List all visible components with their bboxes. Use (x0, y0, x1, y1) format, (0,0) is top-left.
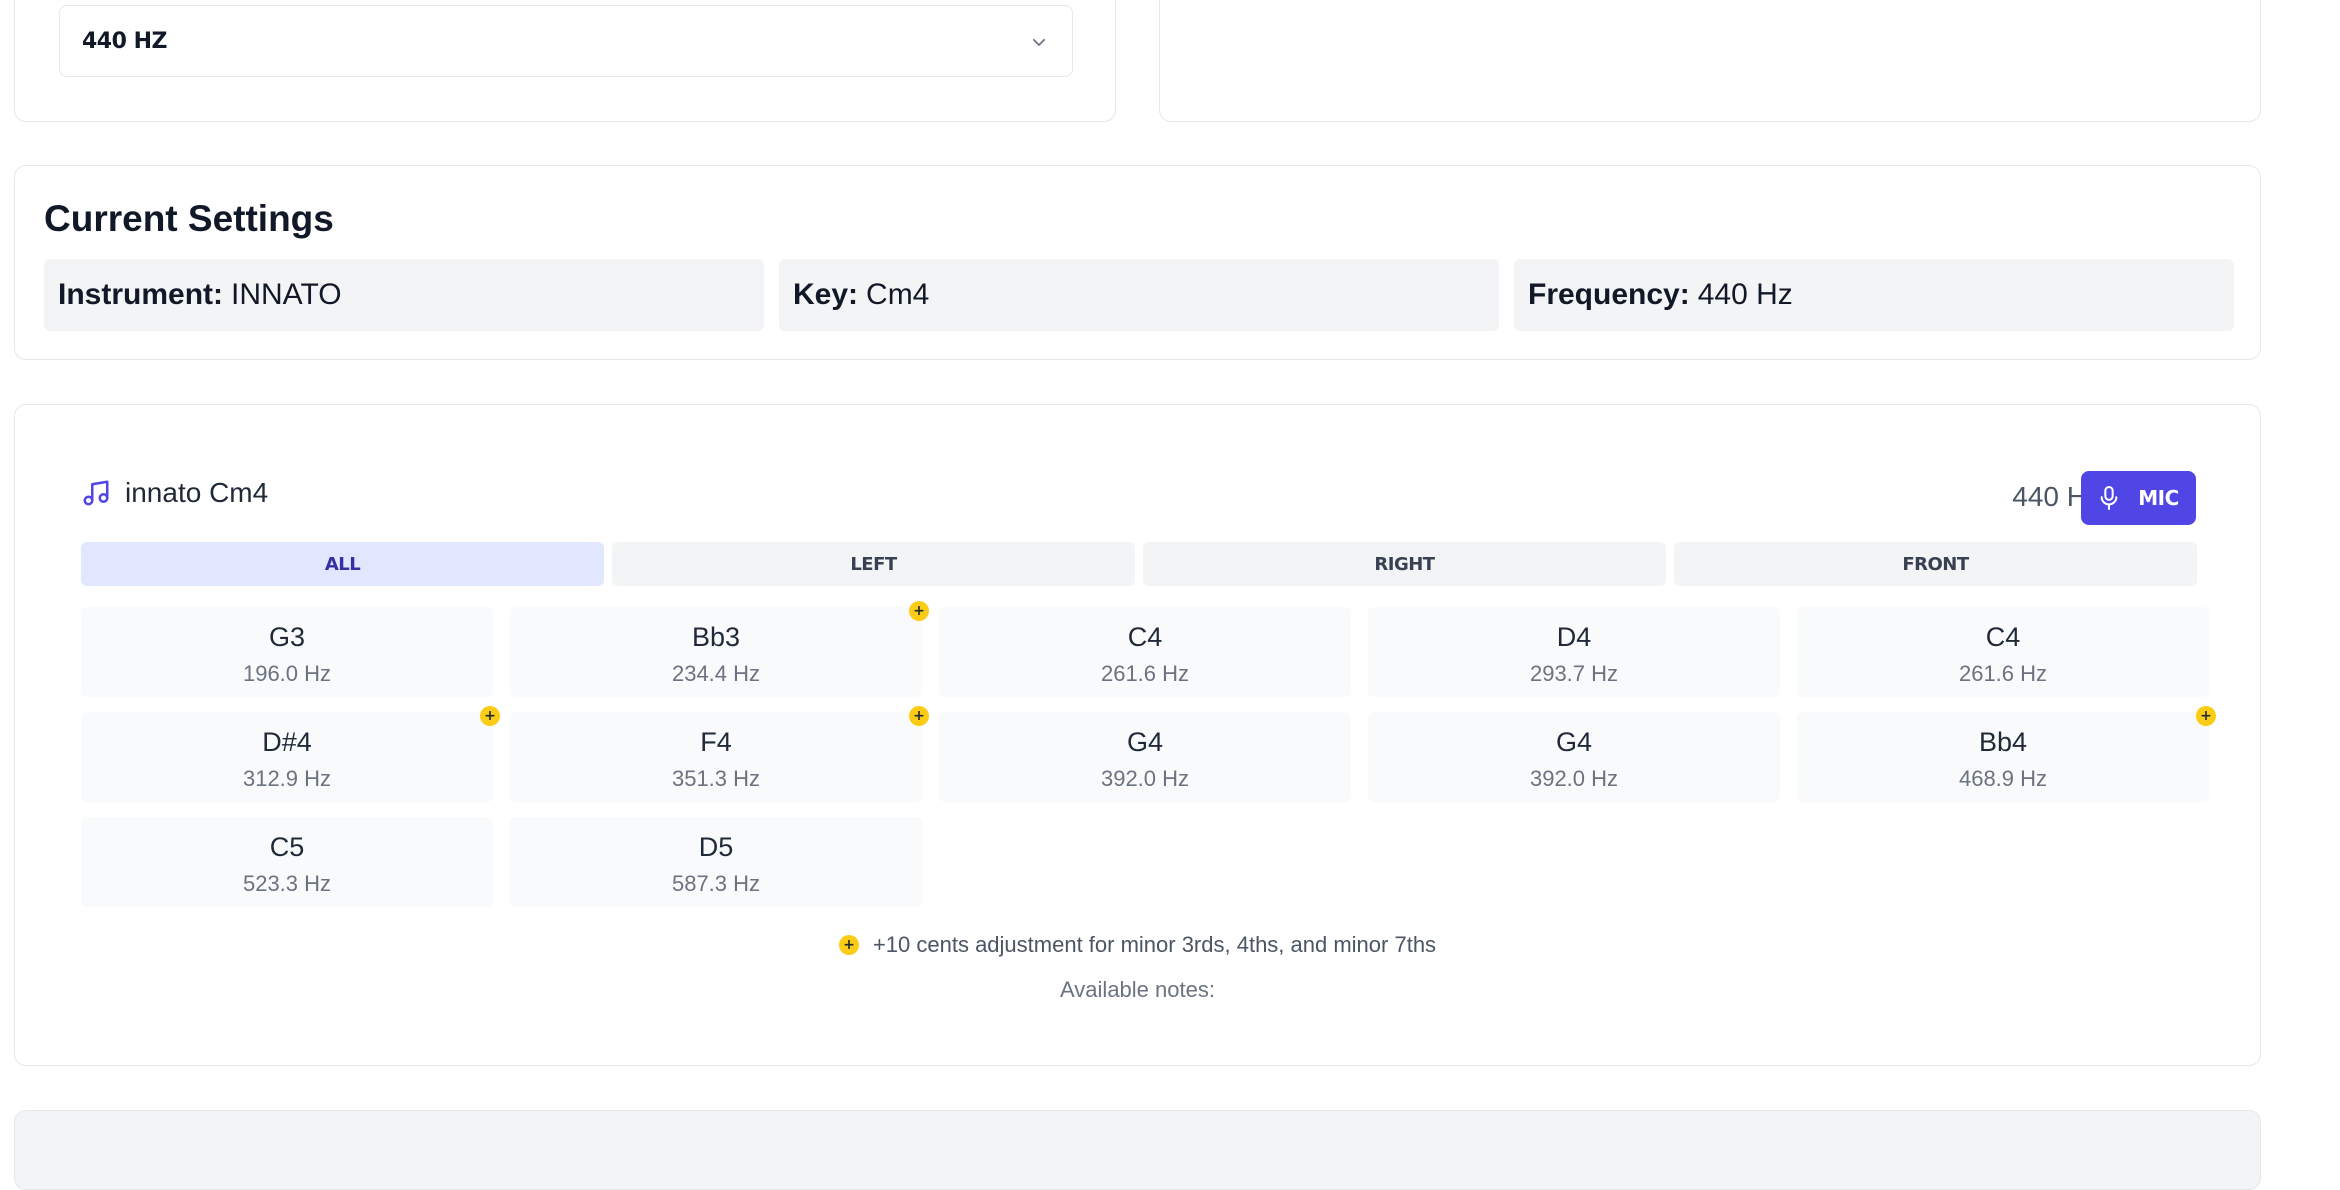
note-frequency: 587.3 Hz (671, 871, 761, 896)
microphone-icon (2100, 485, 2118, 511)
note-frequency: 261.6 Hz (1100, 661, 1190, 686)
note-tile[interactable]: C4 261.6 Hz (939, 607, 1351, 697)
note-name: G4 (1126, 727, 1164, 757)
reference-pitch-card: 440 HZ (14, 0, 1116, 122)
note-tile[interactable]: Bb4 468.9 Hz + (1797, 706, 2216, 802)
key-label: Key: (793, 278, 859, 311)
note-tile[interactable]: G4 392.0 Hz (1368, 712, 1780, 802)
instrument-label: Instrument: (58, 278, 223, 311)
chevron-down-icon (1032, 38, 1046, 46)
adjustment-legend: + +10 cents adjustment for minor 3rds, 4… (15, 932, 2260, 958)
tuner-header: innato Cm4 (81, 477, 268, 509)
note-tile[interactable]: G4 392.0 Hz (939, 712, 1351, 802)
instrument-value: INNATO (231, 278, 342, 311)
note-tile[interactable]: D#4 312.9 Hz + (81, 706, 500, 802)
adjustment-badge-icon: + (909, 601, 929, 621)
note-name: C4 (1127, 622, 1163, 652)
note-tile[interactable]: G3 196.0 Hz (81, 607, 493, 697)
empty-card (1159, 0, 2261, 122)
note-name: C5 (269, 832, 305, 862)
frequency-value: 440 Hz (1697, 278, 1793, 311)
tab-left[interactable]: LEFT (612, 542, 1135, 586)
reference-pitch-value: 440 HZ (82, 28, 167, 54)
available-notes-label: Available notes: (1060, 977, 1215, 1002)
instrument-setting: Instrument: INNATO (44, 259, 764, 331)
note-frequency: 468.9 Hz (1958, 766, 2048, 791)
note-frequency: 392.0 Hz (1529, 766, 1619, 791)
adjustment-badge-icon: + (2196, 706, 2216, 726)
note-tile[interactable]: Bb3 234.4 Hz + (510, 601, 929, 697)
chamber-tabs: ALL LEFT RIGHT FRONT (81, 542, 2197, 586)
tab-all-label: ALL (324, 553, 361, 575)
key-value: Cm4 (866, 278, 930, 311)
tab-right[interactable]: RIGHT (1143, 542, 1666, 586)
mic-label: MIC (2138, 486, 2179, 510)
note-name: F4 (700, 727, 732, 757)
note-frequency: 351.3 Hz (671, 766, 761, 791)
legend-text: +10 cents adjustment for minor 3rds, 4th… (872, 932, 1437, 957)
note-frequency: 312.9 Hz (242, 766, 332, 791)
note-tile[interactable]: C5 523.3 Hz (81, 817, 493, 907)
note-tile[interactable]: D5 587.3 Hz (510, 817, 922, 907)
reference-pitch-select[interactable]: 440 HZ (59, 5, 1073, 77)
tuner-card: innato Cm4 440 Hz MIC ALL LEFT RIGHT FRO… (14, 404, 2261, 1066)
note-name: G3 (268, 622, 306, 652)
note-frequency: 293.7 Hz (1529, 661, 1619, 686)
tab-all[interactable]: ALL (81, 542, 604, 586)
note-name: Bb3 (691, 622, 741, 652)
tab-front[interactable]: FRONT (1674, 542, 2197, 586)
note-name: Bb4 (1978, 727, 2028, 757)
current-settings-card: Current Settings Instrument: INNATO Key:… (14, 165, 2261, 360)
tab-right-label: RIGHT (1374, 553, 1435, 575)
settings-title: Current Settings (44, 198, 334, 239)
frequency-label: Frequency: (1528, 278, 1690, 311)
note-name: D4 (1556, 622, 1592, 652)
note-tile[interactable]: D4 293.7 Hz (1368, 607, 1780, 697)
note-name: D5 (698, 832, 734, 862)
note-frequency: 523.3 Hz (242, 871, 332, 896)
key-setting: Key: Cm4 (779, 259, 1499, 331)
note-frequency: 261.6 Hz (1958, 661, 2048, 686)
note-tile[interactable]: C4 261.6 Hz (1797, 607, 2209, 697)
adjustment-badge-icon: + (838, 935, 859, 955)
note-frequency: 392.0 Hz (1100, 766, 1190, 791)
tab-left-label: LEFT (850, 553, 897, 575)
note-frequency: 196.0 Hz (242, 661, 332, 686)
adjustment-badge-icon: + (480, 706, 500, 726)
tuner-title: innato Cm4 (125, 477, 269, 508)
note-name: D#4 (262, 727, 312, 757)
adjustment-badge-icon: + (909, 706, 929, 726)
music-note-icon (83, 480, 109, 506)
note-frequency: 234.4 Hz (671, 661, 761, 686)
note-tile[interactable]: F4 351.3 Hz + (510, 706, 929, 802)
tab-front-label: FRONT (1902, 553, 1969, 575)
note-name: C4 (1985, 622, 2021, 652)
bottom-card (14, 1110, 2261, 1190)
mic-button[interactable]: MIC (2081, 471, 2196, 525)
frequency-setting: Frequency: 440 Hz (1514, 259, 2234, 331)
note-name: G4 (1555, 727, 1593, 757)
